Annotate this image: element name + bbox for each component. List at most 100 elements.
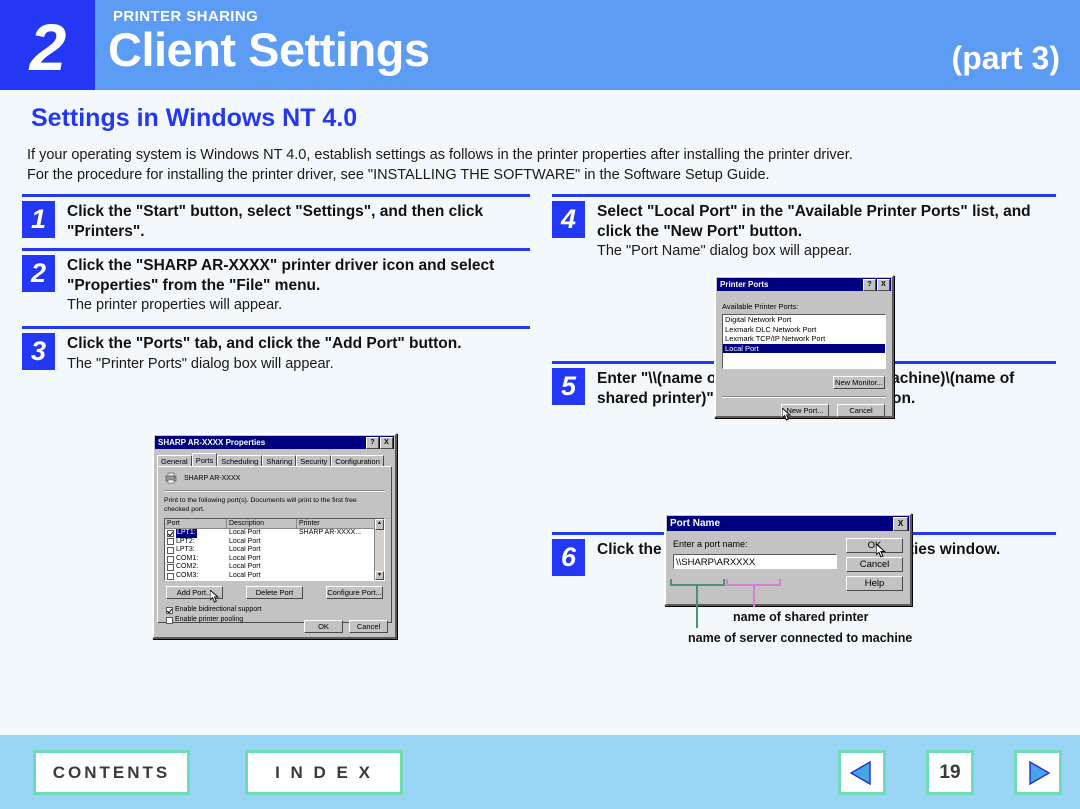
step-1: 1 Click the "Start" button, select "Sett… bbox=[22, 194, 530, 241]
printer-properties-dialog: SHARP AR-XXXX Properties ? X General Por… bbox=[152, 433, 397, 639]
help-icon[interactable]: ? bbox=[863, 278, 876, 291]
available-printer-ports-label: Available Printer Ports: bbox=[722, 302, 799, 311]
enable-bidirectional-support-row[interactable]: Enable bidirectional support bbox=[166, 605, 383, 615]
port-checkbox[interactable] bbox=[167, 564, 174, 572]
port-cell: LPT2: bbox=[176, 537, 195, 545]
dialog-title: Printer Ports bbox=[720, 280, 769, 289]
printer-cell bbox=[297, 572, 378, 580]
intro-line-2: For the procedure for installing the pri… bbox=[27, 167, 770, 183]
cancel-button[interactable]: Cancel bbox=[349, 620, 388, 633]
table-row[interactable]: COM2: Local Port bbox=[165, 563, 384, 572]
tab-configuration[interactable]: Configuration bbox=[331, 455, 384, 466]
properties-tab-strip: General Ports Scheduling Sharing Securit… bbox=[157, 453, 392, 466]
printer-name-label: SHARP AR-XXXX bbox=[184, 474, 241, 482]
table-row[interactable]: COM3: Local Port bbox=[165, 572, 384, 580]
chapter-number-block: 2 bbox=[0, 0, 95, 90]
description-cell: Local Port bbox=[229, 563, 261, 571]
step-number-badge: 2 bbox=[22, 255, 55, 292]
callout-server-name-label: name of server connected to machine bbox=[688, 631, 913, 645]
port-cell: LPT1: bbox=[176, 529, 197, 538]
tab-security[interactable]: Security bbox=[296, 455, 332, 466]
port-checkbox[interactable] bbox=[167, 529, 174, 537]
callout-brackets bbox=[670, 579, 781, 628]
step-subtext: The "Printer Ports" dialog box will appe… bbox=[67, 355, 334, 372]
step-heading: Click the "Ports" tab, and click the "Ad… bbox=[67, 335, 462, 352]
ok-button[interactable]: OK bbox=[304, 620, 343, 633]
step-number-badge: 3 bbox=[22, 333, 55, 370]
new-port-button[interactable]: New Port... bbox=[781, 404, 829, 417]
index-button[interactable]: I N D E X bbox=[245, 750, 403, 795]
available-printer-ports-list[interactable]: Digital Network Port Lexmark DLC Network… bbox=[722, 314, 886, 369]
ports-list-scrollbar[interactable]: ▲ ▼ bbox=[374, 519, 384, 580]
step-heading: Click the "Start" button, select "Settin… bbox=[67, 203, 484, 240]
intro-line-1: If your operating system is Windows NT 4… bbox=[27, 147, 853, 163]
tab-scheduling[interactable]: Scheduling bbox=[217, 455, 263, 466]
list-item[interactable]: Digital Network Port bbox=[723, 315, 885, 325]
configure-port-button[interactable]: Configure Port... bbox=[326, 586, 383, 599]
list-item[interactable]: Lexmark DLC Network Port bbox=[723, 325, 885, 335]
triangle-left-icon bbox=[849, 760, 871, 785]
step-number-badge: 5 bbox=[552, 368, 585, 405]
port-checkbox[interactable] bbox=[167, 572, 174, 580]
cancel-button[interactable]: Cancel bbox=[846, 557, 903, 572]
help-icon[interactable]: ? bbox=[366, 436, 379, 449]
port-checkbox[interactable] bbox=[167, 555, 174, 563]
dialog-titlebar: Port Name X bbox=[667, 516, 909, 531]
next-page-button[interactable] bbox=[1014, 750, 1062, 795]
page-title: Client Settings bbox=[108, 23, 430, 76]
section-title: Settings in Windows NT 4.0 bbox=[31, 104, 358, 132]
tab-ports[interactable]: Ports bbox=[191, 453, 218, 466]
header-part-label: (part 3) bbox=[951, 40, 1060, 76]
dialog-title: SHARP AR-XXXX Properties bbox=[158, 438, 266, 447]
step-heading: Select "Local Port" in the "Available Pr… bbox=[597, 203, 1031, 240]
table-row[interactable]: LPT2: Local Port bbox=[165, 538, 384, 547]
divider bbox=[722, 396, 886, 398]
port-name-field-label: Enter a port name: bbox=[673, 539, 748, 549]
close-icon[interactable]: X bbox=[893, 516, 908, 531]
port-name-input[interactable]: \\SHARP\ARXXXX bbox=[673, 554, 837, 569]
ports-tab-panel: SHARP AR-XXXX Print to the following por… bbox=[157, 466, 392, 624]
close-icon[interactable]: X bbox=[877, 278, 890, 291]
list-item[interactable]: Lexmark TCP/IP Network Port bbox=[723, 334, 885, 344]
scroll-down-arrow-icon[interactable]: ▼ bbox=[375, 571, 384, 580]
ports-list[interactable]: Port Description Printer LPT1: Local Por… bbox=[164, 518, 385, 581]
table-row[interactable]: LPT3: Local Port bbox=[165, 546, 384, 555]
cancel-button[interactable]: Cancel bbox=[837, 404, 885, 417]
tab-general[interactable]: General bbox=[157, 455, 192, 466]
bidirectional-checkbox[interactable] bbox=[166, 606, 173, 614]
add-port-button[interactable]: Add Port... bbox=[166, 586, 223, 599]
description-cell: Local Port bbox=[229, 529, 261, 536]
step-4: 4 Select "Local Port" in the "Available … bbox=[552, 194, 1056, 261]
ok-button[interactable]: OK bbox=[846, 538, 903, 553]
step-number-badge: 1 bbox=[22, 201, 55, 238]
tab-sharing[interactable]: Sharing bbox=[262, 455, 297, 466]
dialog-title: Port Name bbox=[670, 518, 721, 529]
printer-cell: SHARP AR-XXXX... bbox=[299, 529, 362, 536]
step-heading: Click the "SHARP AR-XXXX" printer driver… bbox=[67, 257, 495, 294]
column-header-port: Port bbox=[165, 519, 227, 528]
description-cell: Local Port bbox=[229, 546, 261, 554]
contents-button[interactable]: CONTENTS bbox=[33, 750, 190, 795]
printer-cell bbox=[297, 563, 378, 572]
table-row[interactable]: COM1: Local Port bbox=[165, 555, 384, 564]
step-2: 2 Click the "SHARP AR-XXXX" printer driv… bbox=[22, 248, 530, 315]
intro-paragraph: If your operating system is Windows NT 4… bbox=[27, 145, 1057, 185]
scroll-up-arrow-icon[interactable]: ▲ bbox=[375, 519, 384, 530]
callout-shared-printer-label: name of shared printer bbox=[733, 610, 869, 624]
pooling-checkbox[interactable] bbox=[166, 616, 173, 624]
table-row[interactable]: LPT1: Local Port SHARP AR-XXXX... bbox=[165, 529, 384, 538]
port-cell: COM2: bbox=[176, 563, 199, 571]
ports-description-line-2: checked port. bbox=[164, 505, 205, 513]
new-monitor-button[interactable]: New Monitor... bbox=[833, 376, 885, 389]
delete-port-button[interactable]: Delete Port bbox=[246, 586, 303, 599]
list-item-selected[interactable]: Local Port bbox=[723, 343, 885, 353]
port-checkbox[interactable] bbox=[167, 546, 174, 554]
step-number-badge: 4 bbox=[552, 201, 585, 238]
step-3: 3 Click the "Ports" tab, and click the "… bbox=[22, 326, 530, 374]
ports-table-header: Port Description Printer bbox=[165, 519, 384, 529]
close-icon[interactable]: X bbox=[380, 436, 393, 449]
dialog-titlebar: SHARP AR-XXXX Properties ? X bbox=[155, 436, 394, 449]
previous-page-button[interactable] bbox=[838, 750, 886, 795]
port-checkbox[interactable] bbox=[167, 538, 174, 546]
port-cell: LPT3: bbox=[176, 546, 195, 554]
